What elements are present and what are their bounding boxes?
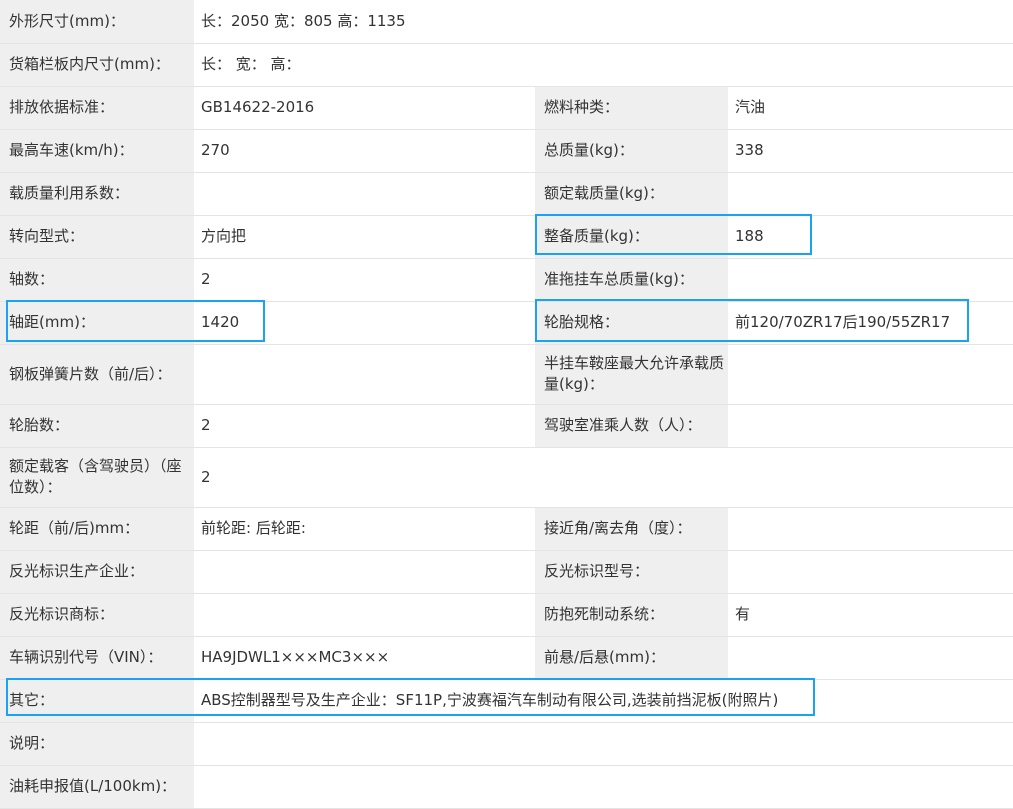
value-reflective-model bbox=[728, 550, 1013, 594]
label-curb-mass: 整备质量(kg)： bbox=[535, 215, 728, 259]
value-curb-mass: 188 bbox=[728, 215, 1013, 259]
spec-row-spring-saddle: 钢板弹簧片数（前/后）： 半挂车鞍座最大允许承载质量(kg)： bbox=[0, 344, 1013, 405]
label-total-mass: 总质量(kg)： bbox=[535, 129, 728, 173]
label-fuel-consumption: 油耗申报值(L/100km)： bbox=[0, 765, 194, 809]
value-rated-passengers: 2 bbox=[194, 447, 1013, 508]
label-wheelbase: 轴距(mm)： bbox=[0, 301, 194, 345]
value-approach-departure bbox=[728, 507, 1013, 551]
spec-row-tires-cab: 轮胎数： 2 驾驶室准乘人数（人）： bbox=[0, 404, 1013, 448]
label-max-speed: 最高车速(km/h)： bbox=[0, 129, 194, 173]
value-emission-standard: GB14622-2016 bbox=[194, 86, 535, 130]
value-vin: HA9JDWL1×××MC3××× bbox=[194, 636, 535, 680]
value-tire-count: 2 bbox=[194, 404, 535, 448]
label-leaf-spring-count: 钢板弹簧片数（前/后）： bbox=[0, 344, 194, 405]
spec-row-wheelbase-tire: 轴距(mm)： 1420 轮胎规格： 前120/70ZR17后190/55ZR1… bbox=[0, 301, 1013, 345]
value-tire-spec: 前120/70ZR17后190/55ZR17 bbox=[728, 301, 1013, 345]
value-other: ABS控制器型号及生产企业：SF11P,宁波赛福汽车制动有限公司,选装前挡泥板(… bbox=[194, 679, 1013, 723]
value-overhang bbox=[728, 636, 1013, 680]
spec-row-vin-overhang: 车辆识别代号（VIN）： HA9JDWL1×××MC3××× 前悬/后悬(mm)… bbox=[0, 636, 1013, 680]
value-exterior-size: 长：2050 宽：805 高：1135 bbox=[194, 0, 1013, 44]
label-steering-type: 转向型式： bbox=[0, 215, 194, 259]
value-load-utilization bbox=[194, 172, 535, 216]
label-cab-capacity: 驾驶室准乘人数（人）： bbox=[535, 404, 728, 448]
label-reflective-brand: 反光标识商标： bbox=[0, 593, 194, 637]
value-notes bbox=[194, 722, 1013, 766]
value-reflective-maker bbox=[194, 550, 535, 594]
value-saddle-load bbox=[728, 344, 1013, 405]
value-steering-type: 方向把 bbox=[194, 215, 535, 259]
value-track-width: 前轮距: 后轮距: bbox=[194, 507, 535, 551]
spec-row-track-angles: 轮距（前/后)mm： 前轮距: 后轮距: 接近角/离去角（度）： bbox=[0, 507, 1013, 551]
label-cargo-box-size: 货箱栏板内尺寸(mm)： bbox=[0, 43, 194, 87]
value-leaf-spring-count bbox=[194, 344, 535, 405]
value-trailer-mass bbox=[728, 258, 1013, 302]
label-approach-departure: 接近角/离去角（度）： bbox=[535, 507, 728, 551]
spec-row-other: 其它： ABS控制器型号及生产企业：SF11P,宁波赛福汽车制动有限公司,选装前… bbox=[0, 679, 1013, 723]
value-fuel-type: 汽油 bbox=[728, 86, 1013, 130]
spec-row-axles: 轴数： 2 准拖挂车总质量(kg)： bbox=[0, 258, 1013, 302]
value-cab-capacity bbox=[728, 404, 1013, 448]
spec-row-cargo-box-size: 货箱栏板内尺寸(mm)： 长： 宽： 高： bbox=[0, 43, 1013, 87]
vehicle-spec-table: 外形尺寸(mm)： 长：2050 宽：805 高：1135 货箱栏板内尺寸(mm… bbox=[0, 0, 1013, 809]
label-track-width: 轮距（前/后)mm： bbox=[0, 507, 194, 551]
label-fuel-type: 燃料种类： bbox=[535, 86, 728, 130]
spec-row-emission-fuel: 排放依据标准： GB14622-2016 燃料种类： 汽油 bbox=[0, 86, 1013, 130]
spec-row-steering-curb: 转向型式： 方向把 整备质量(kg)： 188 bbox=[0, 215, 1013, 259]
label-other: 其它： bbox=[0, 679, 194, 723]
spec-row-fuel-consumption: 油耗申报值(L/100km)： bbox=[0, 765, 1013, 809]
value-max-speed: 270 bbox=[194, 129, 535, 173]
label-rated-load: 额定载质量(kg)： bbox=[535, 172, 728, 216]
label-vin: 车辆识别代号（VIN）： bbox=[0, 636, 194, 680]
value-rated-load bbox=[728, 172, 1013, 216]
value-reflective-brand bbox=[194, 593, 535, 637]
label-tire-count: 轮胎数： bbox=[0, 404, 194, 448]
spec-row-reflective-maker: 反光标识生产企业： 反光标识型号： bbox=[0, 550, 1013, 594]
spec-row-reflective-brand-abs: 反光标识商标： 防抱死制动系统： 有 bbox=[0, 593, 1013, 637]
value-cargo-box-size: 长： 宽： 高： bbox=[194, 43, 1013, 87]
value-total-mass: 338 bbox=[728, 129, 1013, 173]
spec-row-load: 载质量利用系数： 额定载质量(kg)： bbox=[0, 172, 1013, 216]
value-axle-count: 2 bbox=[194, 258, 535, 302]
label-axle-count: 轴数： bbox=[0, 258, 194, 302]
label-overhang: 前悬/后悬(mm)： bbox=[535, 636, 728, 680]
label-emission-standard: 排放依据标准： bbox=[0, 86, 194, 130]
label-abs: 防抱死制动系统： bbox=[535, 593, 728, 637]
label-reflective-model: 反光标识型号： bbox=[535, 550, 728, 594]
spec-row-speed-mass: 最高车速(km/h)： 270 总质量(kg)： 338 bbox=[0, 129, 1013, 173]
spec-row-exterior-size: 外形尺寸(mm)： 长：2050 宽：805 高：1135 bbox=[0, 0, 1013, 44]
label-trailer-mass: 准拖挂车总质量(kg)： bbox=[535, 258, 728, 302]
value-abs: 有 bbox=[728, 593, 1013, 637]
label-tire-spec: 轮胎规格： bbox=[535, 301, 728, 345]
label-reflective-maker: 反光标识生产企业： bbox=[0, 550, 194, 594]
value-wheelbase: 1420 bbox=[194, 301, 535, 345]
label-load-utilization: 载质量利用系数： bbox=[0, 172, 194, 216]
spec-row-seats: 额定载客（含驾驶员）（座位数）： 2 bbox=[0, 447, 1013, 508]
spec-row-notes: 说明： bbox=[0, 722, 1013, 766]
label-exterior-size: 外形尺寸(mm)： bbox=[0, 0, 194, 44]
label-saddle-load: 半挂车鞍座最大允许承载质量(kg)： bbox=[535, 344, 728, 405]
label-rated-passengers: 额定载客（含驾驶员）（座位数）： bbox=[0, 447, 194, 508]
value-fuel-consumption bbox=[194, 765, 1013, 809]
label-notes: 说明： bbox=[0, 722, 194, 766]
